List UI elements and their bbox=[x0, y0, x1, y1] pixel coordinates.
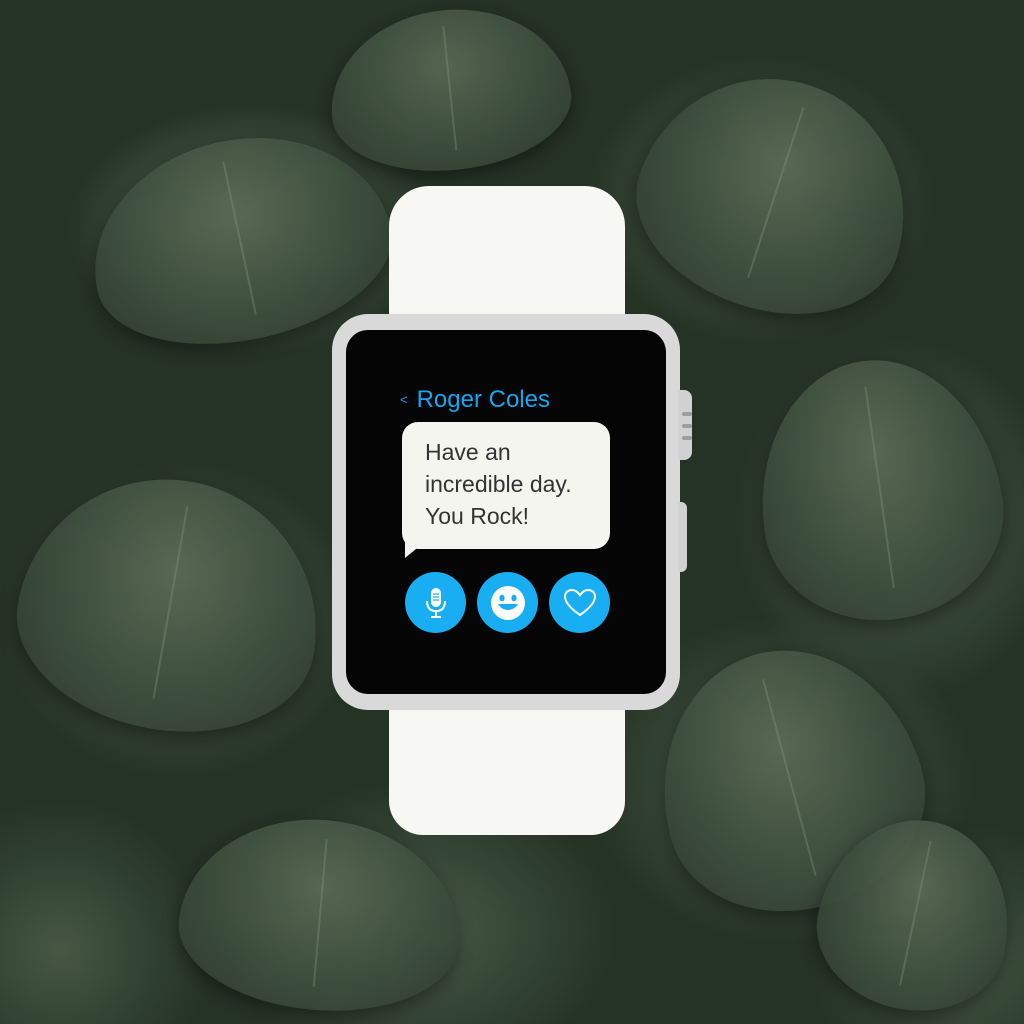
love-button[interactable] bbox=[549, 572, 610, 633]
message-bubble-tail bbox=[405, 540, 427, 558]
message-line: You Rock! bbox=[425, 503, 529, 529]
dictation-button[interactable] bbox=[405, 572, 466, 633]
chevron-left-icon[interactable]: < bbox=[400, 393, 408, 406]
smiley-face-icon bbox=[490, 585, 525, 620]
watch-band-top bbox=[389, 186, 625, 326]
message-line: incredible day. bbox=[425, 471, 572, 497]
crown-ridge bbox=[682, 412, 692, 416]
contact-name: Roger Coles bbox=[416, 386, 550, 413]
reply-actions bbox=[405, 572, 610, 633]
crown-ridge bbox=[682, 424, 692, 428]
watch-band-bottom bbox=[389, 700, 625, 835]
side-button[interactable] bbox=[678, 502, 687, 572]
crown-ridge bbox=[682, 436, 692, 440]
heart-icon bbox=[563, 588, 596, 616]
conversation-header[interactable]: < Roger Coles bbox=[400, 384, 550, 416]
microphone-icon bbox=[425, 587, 446, 618]
message-line: Have an bbox=[425, 439, 511, 465]
emoji-button[interactable] bbox=[477, 572, 538, 633]
message-bubble: Have an incredible day. You Rock! bbox=[402, 422, 610, 549]
